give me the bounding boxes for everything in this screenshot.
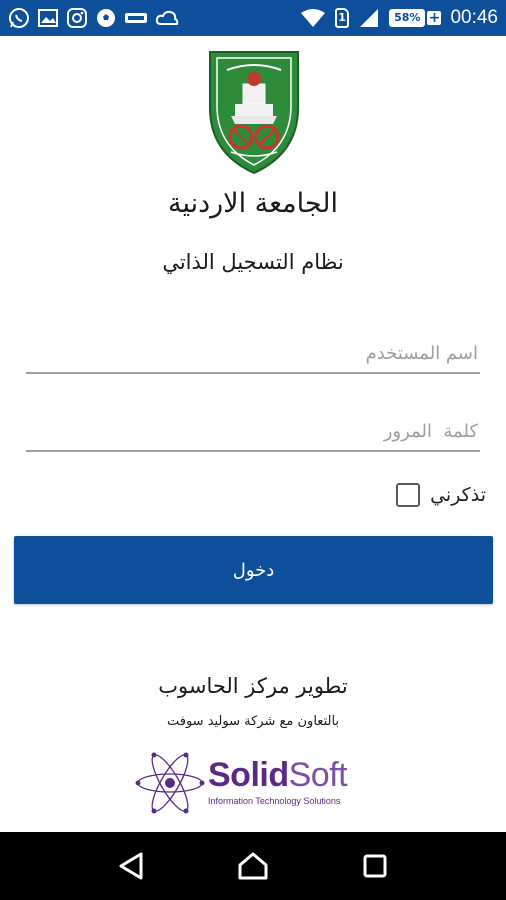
gallery-icon: [37, 8, 59, 28]
soccer-icon: [95, 7, 117, 29]
signal-icon: [358, 8, 380, 28]
whatsapp-icon: [8, 7, 30, 29]
atom-icon: [135, 752, 205, 814]
cloud-icon: [155, 9, 179, 27]
partner-tagline: Information Technology Solutions: [208, 796, 341, 806]
partner-name: SolidSoft: [208, 756, 348, 795]
sim-icon: 1: [335, 8, 350, 28]
remember-label: تذكرني: [430, 484, 486, 506]
battery-level: 58%: [389, 9, 426, 27]
university-name: الجامعة الاردنية: [167, 188, 339, 219]
clock: 00:46: [450, 7, 498, 28]
password-field[interactable]: [26, 412, 480, 452]
partner-name-part-2: Soft: [288, 756, 348, 794]
data-icon: [124, 10, 148, 26]
battery-icon: 58% +: [389, 9, 442, 27]
system-name: نظام التسجيل الذاتي: [162, 250, 344, 274]
wifi-icon: [300, 8, 326, 28]
remember-checkbox[interactable]: [396, 483, 421, 507]
developed-by: تطوير مركز الحاسوب: [158, 674, 348, 698]
recents-icon[interactable]: [345, 836, 405, 896]
notification-icons: [8, 7, 179, 29]
charging-icon: +: [427, 10, 442, 26]
cooperation-note: بالتعاون مع شركة سوليد سوفت: [166, 714, 340, 729]
remember-me[interactable]: تذكرني: [396, 483, 486, 507]
instagram-icon: [66, 7, 88, 29]
navigation-bar: [0, 832, 506, 900]
university-logo: [205, 48, 303, 176]
home-icon[interactable]: [223, 836, 283, 896]
username-field[interactable]: [26, 334, 480, 374]
system-indicators: 1 58% + 00:46: [300, 7, 498, 29]
partner-name-part-1: Solid: [208, 756, 289, 794]
login-button[interactable]: دخول: [14, 536, 493, 604]
status-bar: 1 58% + 00:46: [0, 0, 506, 36]
solidsoft-logo: SolidSoft Information Technology Solutio…: [134, 748, 374, 818]
back-icon[interactable]: [101, 836, 161, 896]
